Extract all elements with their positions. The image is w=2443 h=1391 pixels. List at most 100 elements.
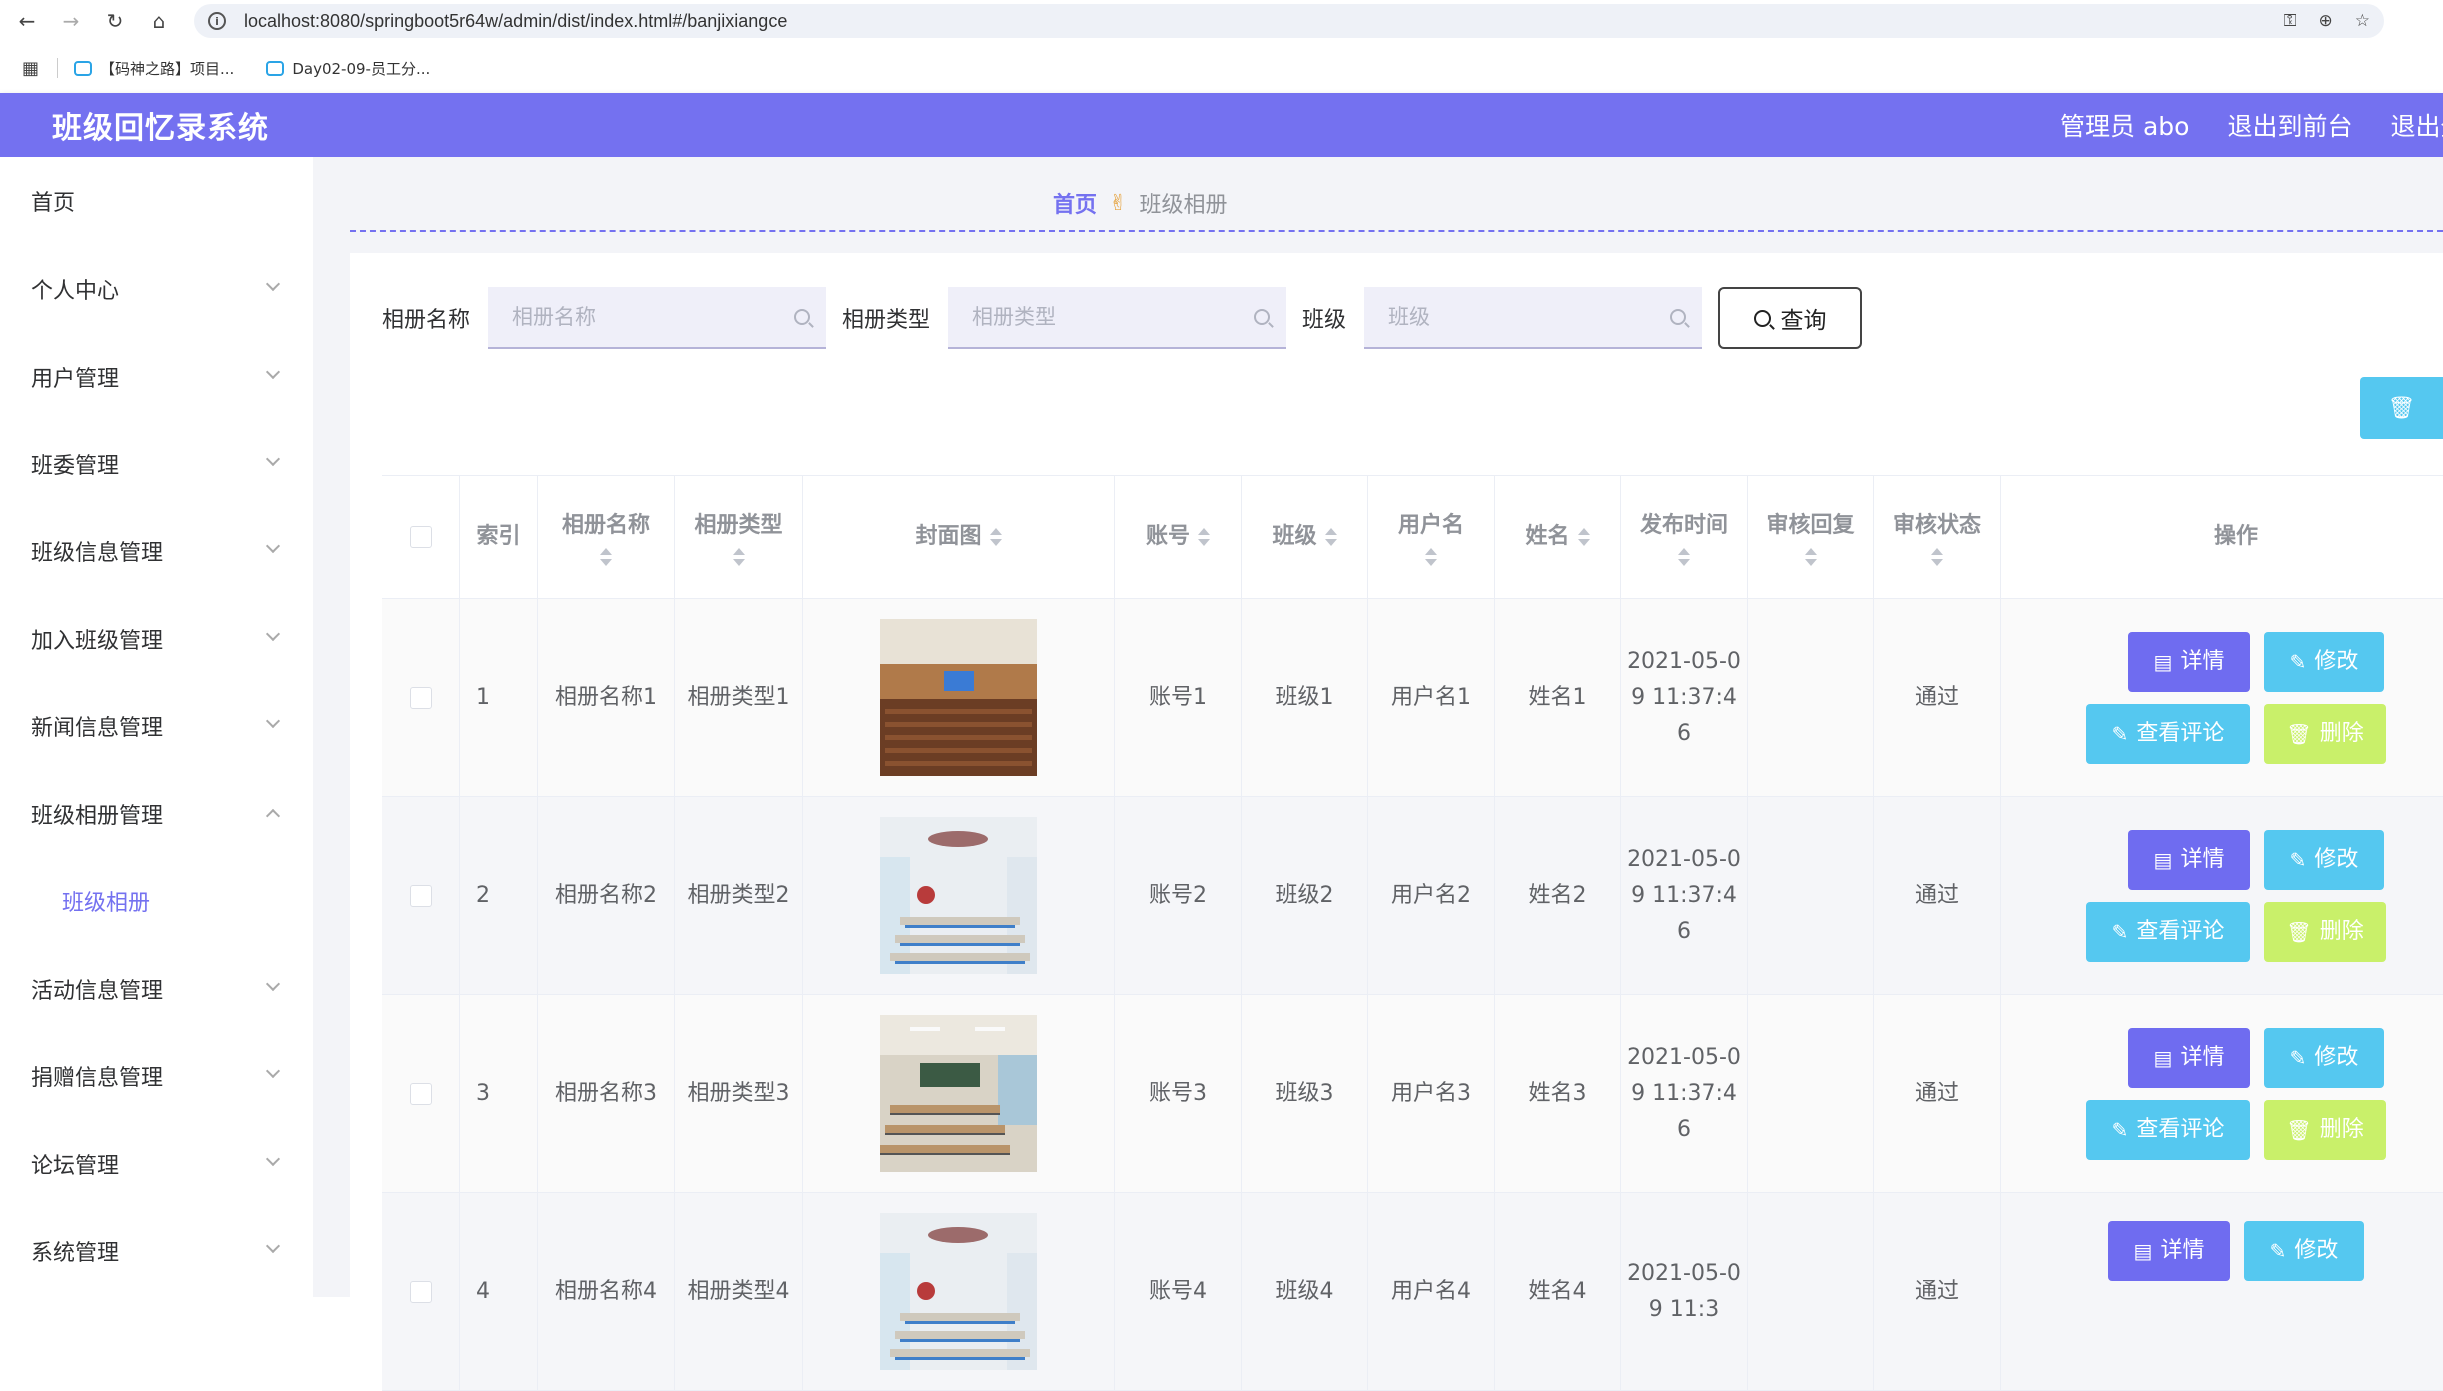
select-all-checkbox[interactable]	[409, 526, 432, 548]
sidebar-item-home[interactable]: 首页	[0, 171, 313, 231]
th-index: 索引	[460, 476, 538, 598]
delete-label: 删除	[2319, 720, 2364, 746]
sidebar-item-class-info[interactable]: 班级信息管理	[0, 521, 313, 581]
chevron-up-icon	[265, 808, 281, 824]
sort-icon[interactable]	[1678, 548, 1690, 566]
view-comments-button[interactable]: ✎ 查看评论	[2086, 1099, 2250, 1160]
cover-image-classroom[interactable]	[880, 1213, 1037, 1370]
edit-button[interactable]: ✎ 修改	[2264, 829, 2384, 890]
edit-label: 修改	[2314, 648, 2359, 674]
sidebar-subitem-album[interactable]: 班级相册	[0, 871, 313, 931]
detail-button[interactable]: ▤ 详情	[2128, 829, 2250, 890]
bookmark-item[interactable]: Day02-09-员工分...	[266, 58, 430, 79]
back-to-front-link[interactable]: 退出到前台	[2227, 107, 2352, 143]
sidebar-item-join-class[interactable]: 加入班级管理	[0, 609, 313, 669]
delete-button[interactable]: 🗑 删除	[2264, 703, 2386, 764]
cell-status: 通过	[1874, 1193, 2001, 1390]
back-icon[interactable]: ←	[10, 4, 44, 38]
delete-button[interactable]: 🗑 删除	[2264, 1099, 2386, 1160]
home-icon[interactable]: ⌂	[142, 4, 176, 38]
reload-icon[interactable]: ↻	[98, 4, 132, 38]
sidebar-item-users[interactable]: 用户管理	[0, 347, 313, 407]
main-content: 首页 ✌ 班级相册 相册名称 相册类型 班级 查询	[313, 157, 2443, 1391]
sort-icon[interactable]	[1198, 528, 1210, 546]
th-username[interactable]: 用户名	[1368, 476, 1495, 598]
sidebar-item-donations[interactable]: 捐赠信息管理	[0, 1046, 313, 1106]
th-class[interactable]: 班级	[1242, 476, 1368, 598]
search-icon	[794, 309, 811, 325]
sort-icon[interactable]	[1577, 528, 1590, 546]
query-button-label: 查询	[1780, 308, 1827, 334]
sidebar-item-album[interactable]: 班级相册管理	[0, 784, 313, 844]
edit-button[interactable]: ✎ 修改	[2244, 1221, 2364, 1281]
album-name-input[interactable]	[488, 287, 827, 347]
apps-grid-icon[interactable]: ▦	[22, 58, 39, 79]
sort-icon[interactable]	[732, 548, 745, 566]
row-checkbox[interactable]	[409, 1082, 432, 1105]
search-label-album-name: 相册名称	[382, 308, 471, 333]
document-icon: ▤	[2133, 1239, 2153, 1263]
bookmark-item[interactable]: 【码神之路】项目...	[74, 58, 234, 79]
sort-icon[interactable]	[600, 548, 612, 566]
cell-cover	[803, 995, 1115, 1192]
view-comments-button[interactable]: ✎ 查看评论	[2086, 901, 2250, 962]
cell-time: 2021-05-09 11:37:46	[1621, 995, 1748, 1192]
cell-account: 账号1	[1115, 599, 1242, 796]
sidebar-item-committee[interactable]: 班委管理	[0, 434, 313, 494]
logout-link[interactable]: 退出登录	[2390, 107, 2443, 143]
zoom-icon[interactable]: ⊕	[2319, 11, 2333, 31]
address-bar[interactable]: i localhost:8080/springboot5r64w/admin/d…	[194, 4, 2384, 38]
th-reply[interactable]: 审核回复	[1748, 476, 1874, 598]
row-checkbox[interactable]	[409, 686, 432, 709]
cover-image-classroom-2[interactable]	[880, 1015, 1037, 1172]
edit-label: 修改	[2314, 846, 2359, 872]
sidebar-item-forum[interactable]: 论坛管理	[0, 1134, 313, 1194]
detail-button[interactable]: ▤ 详情	[2128, 1027, 2250, 1088]
document-icon: ▤	[2153, 847, 2173, 872]
row-checkbox[interactable]	[409, 884, 432, 907]
sort-icon[interactable]	[1425, 548, 1437, 566]
detail-button[interactable]: ▤ 详情	[2108, 1221, 2230, 1281]
query-button[interactable]: 查询	[1718, 287, 1863, 349]
cell-ops: ▤ 详情 ✎ 修改 ✎ 查看评论 🗑 删除	[2001, 995, 2443, 1192]
breadcrumb-current: 班级相册	[1139, 193, 1228, 218]
detail-button[interactable]: ▤ 详情	[2128, 631, 2250, 692]
breadcrumb-home[interactable]: 首页	[1053, 187, 1097, 219]
th-type[interactable]: 相册类型	[675, 476, 803, 598]
th-time[interactable]: 发布时间	[1621, 476, 1748, 598]
th-realname[interactable]: 姓名	[1495, 476, 1621, 598]
class-input[interactable]	[1364, 287, 1703, 347]
view-comments-button[interactable]: ✎ 查看评论	[2086, 703, 2250, 764]
album-type-input[interactable]	[948, 287, 1287, 347]
sidebar-item-activities[interactable]: 活动信息管理	[0, 959, 313, 1019]
chevron-down-icon	[265, 364, 281, 380]
sort-icon[interactable]	[1324, 528, 1337, 546]
sort-icon[interactable]	[989, 528, 1002, 546]
th-cover[interactable]: 封面图	[803, 476, 1115, 598]
delete-label: 删除	[2319, 1116, 2364, 1142]
th-name[interactable]: 相册名称	[538, 476, 675, 598]
sidebar-item-system[interactable]: 系统管理	[0, 1221, 313, 1281]
sort-icon[interactable]	[1804, 548, 1817, 566]
sidebar-item-personal-center[interactable]: 个人中心	[0, 259, 313, 319]
th-account[interactable]: 账号	[1115, 476, 1242, 598]
row-checkbox[interactable]	[409, 1280, 432, 1303]
cover-image-auditorium[interactable]	[880, 619, 1037, 776]
bulk-delete-button[interactable]: 🗑	[2360, 377, 2443, 439]
bookmark-star-icon[interactable]: ☆	[2355, 11, 2370, 31]
th-label: 姓名	[1525, 524, 1570, 549]
cover-image-classroom[interactable]	[880, 817, 1037, 974]
edit-button[interactable]: ✎ 修改	[2264, 1027, 2384, 1088]
row-select-cell	[382, 1193, 460, 1390]
forward-icon[interactable]: →	[54, 4, 88, 38]
sort-icon[interactable]	[1931, 548, 1943, 566]
delete-button[interactable]: 🗑 删除	[2264, 901, 2386, 962]
th-status[interactable]: 审核状态	[1874, 476, 2001, 598]
sidebar-item-news[interactable]: 新闻信息管理	[0, 696, 313, 756]
bookmarks-divider	[57, 58, 59, 78]
password-key-icon[interactable]: ⚿	[2284, 11, 2297, 31]
edit-button[interactable]: ✎ 修改	[2264, 631, 2384, 692]
site-info-icon[interactable]: i	[208, 12, 226, 30]
detail-label: 详情	[2180, 648, 2225, 674]
bookmarks-bar: ▦ 【码神之路】项目... Day02-09-员工分...	[0, 50, 2443, 86]
